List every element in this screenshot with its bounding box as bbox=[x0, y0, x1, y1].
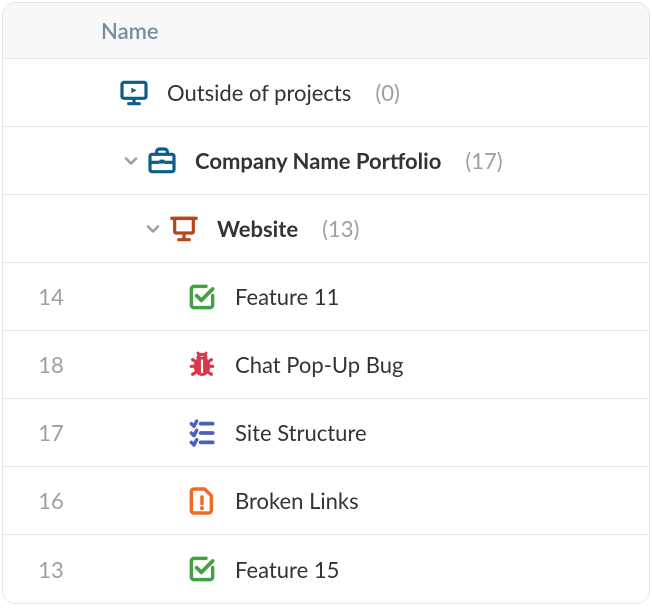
header-row: Name bbox=[3, 3, 649, 59]
row-label: Broken Links bbox=[235, 487, 359, 514]
tree-row[interactable]: 16 Broken Links bbox=[3, 467, 649, 535]
row-number: 16 bbox=[13, 487, 89, 514]
checkbox-checked-icon bbox=[185, 280, 219, 314]
row-label: Chat Pop-Up Bug bbox=[235, 351, 403, 378]
row-number: 14 bbox=[13, 283, 89, 310]
row-number: 13 bbox=[13, 556, 89, 583]
backlog-icon bbox=[185, 416, 219, 450]
checkbox-checked-icon bbox=[185, 552, 219, 586]
tree-row[interactable]: 18 Chat Pop-Up Bug bbox=[3, 331, 649, 399]
row-count: (13) bbox=[322, 215, 359, 242]
tree-row[interactable]: 14 Feature 11 bbox=[3, 263, 649, 331]
row-label: Outside of projects bbox=[167, 79, 351, 106]
chevron-down-icon[interactable] bbox=[139, 219, 167, 239]
row-count: (17) bbox=[465, 147, 502, 174]
row-count: (0) bbox=[375, 79, 400, 106]
tree-panel: Name Outside of projects (0) bbox=[2, 2, 650, 604]
alert-file-icon bbox=[185, 484, 219, 518]
row-label: Company Name Portfolio bbox=[195, 147, 441, 174]
tree-row[interactable]: Outside of projects (0) bbox=[3, 59, 649, 127]
header-name-col[interactable]: Name bbox=[101, 17, 159, 44]
row-label: Feature 11 bbox=[235, 283, 339, 310]
project-icon bbox=[117, 76, 151, 110]
tree-row[interactable]: Website (13) bbox=[3, 195, 649, 263]
chevron-down-icon[interactable] bbox=[117, 151, 145, 171]
bug-icon bbox=[185, 348, 219, 382]
row-label: Site Structure bbox=[235, 419, 367, 446]
row-number: 17 bbox=[13, 419, 89, 446]
row-number: 18 bbox=[13, 351, 89, 378]
row-label: Website bbox=[217, 215, 298, 242]
briefcase-icon bbox=[145, 144, 179, 178]
tree-row[interactable]: 13 Feature 15 bbox=[3, 535, 649, 603]
tree-row[interactable]: 17 Site Structure bbox=[3, 399, 649, 467]
tree-row[interactable]: Company Name Portfolio (17) bbox=[3, 127, 649, 195]
presentation-icon bbox=[167, 212, 201, 246]
row-label: Feature 15 bbox=[235, 556, 339, 583]
